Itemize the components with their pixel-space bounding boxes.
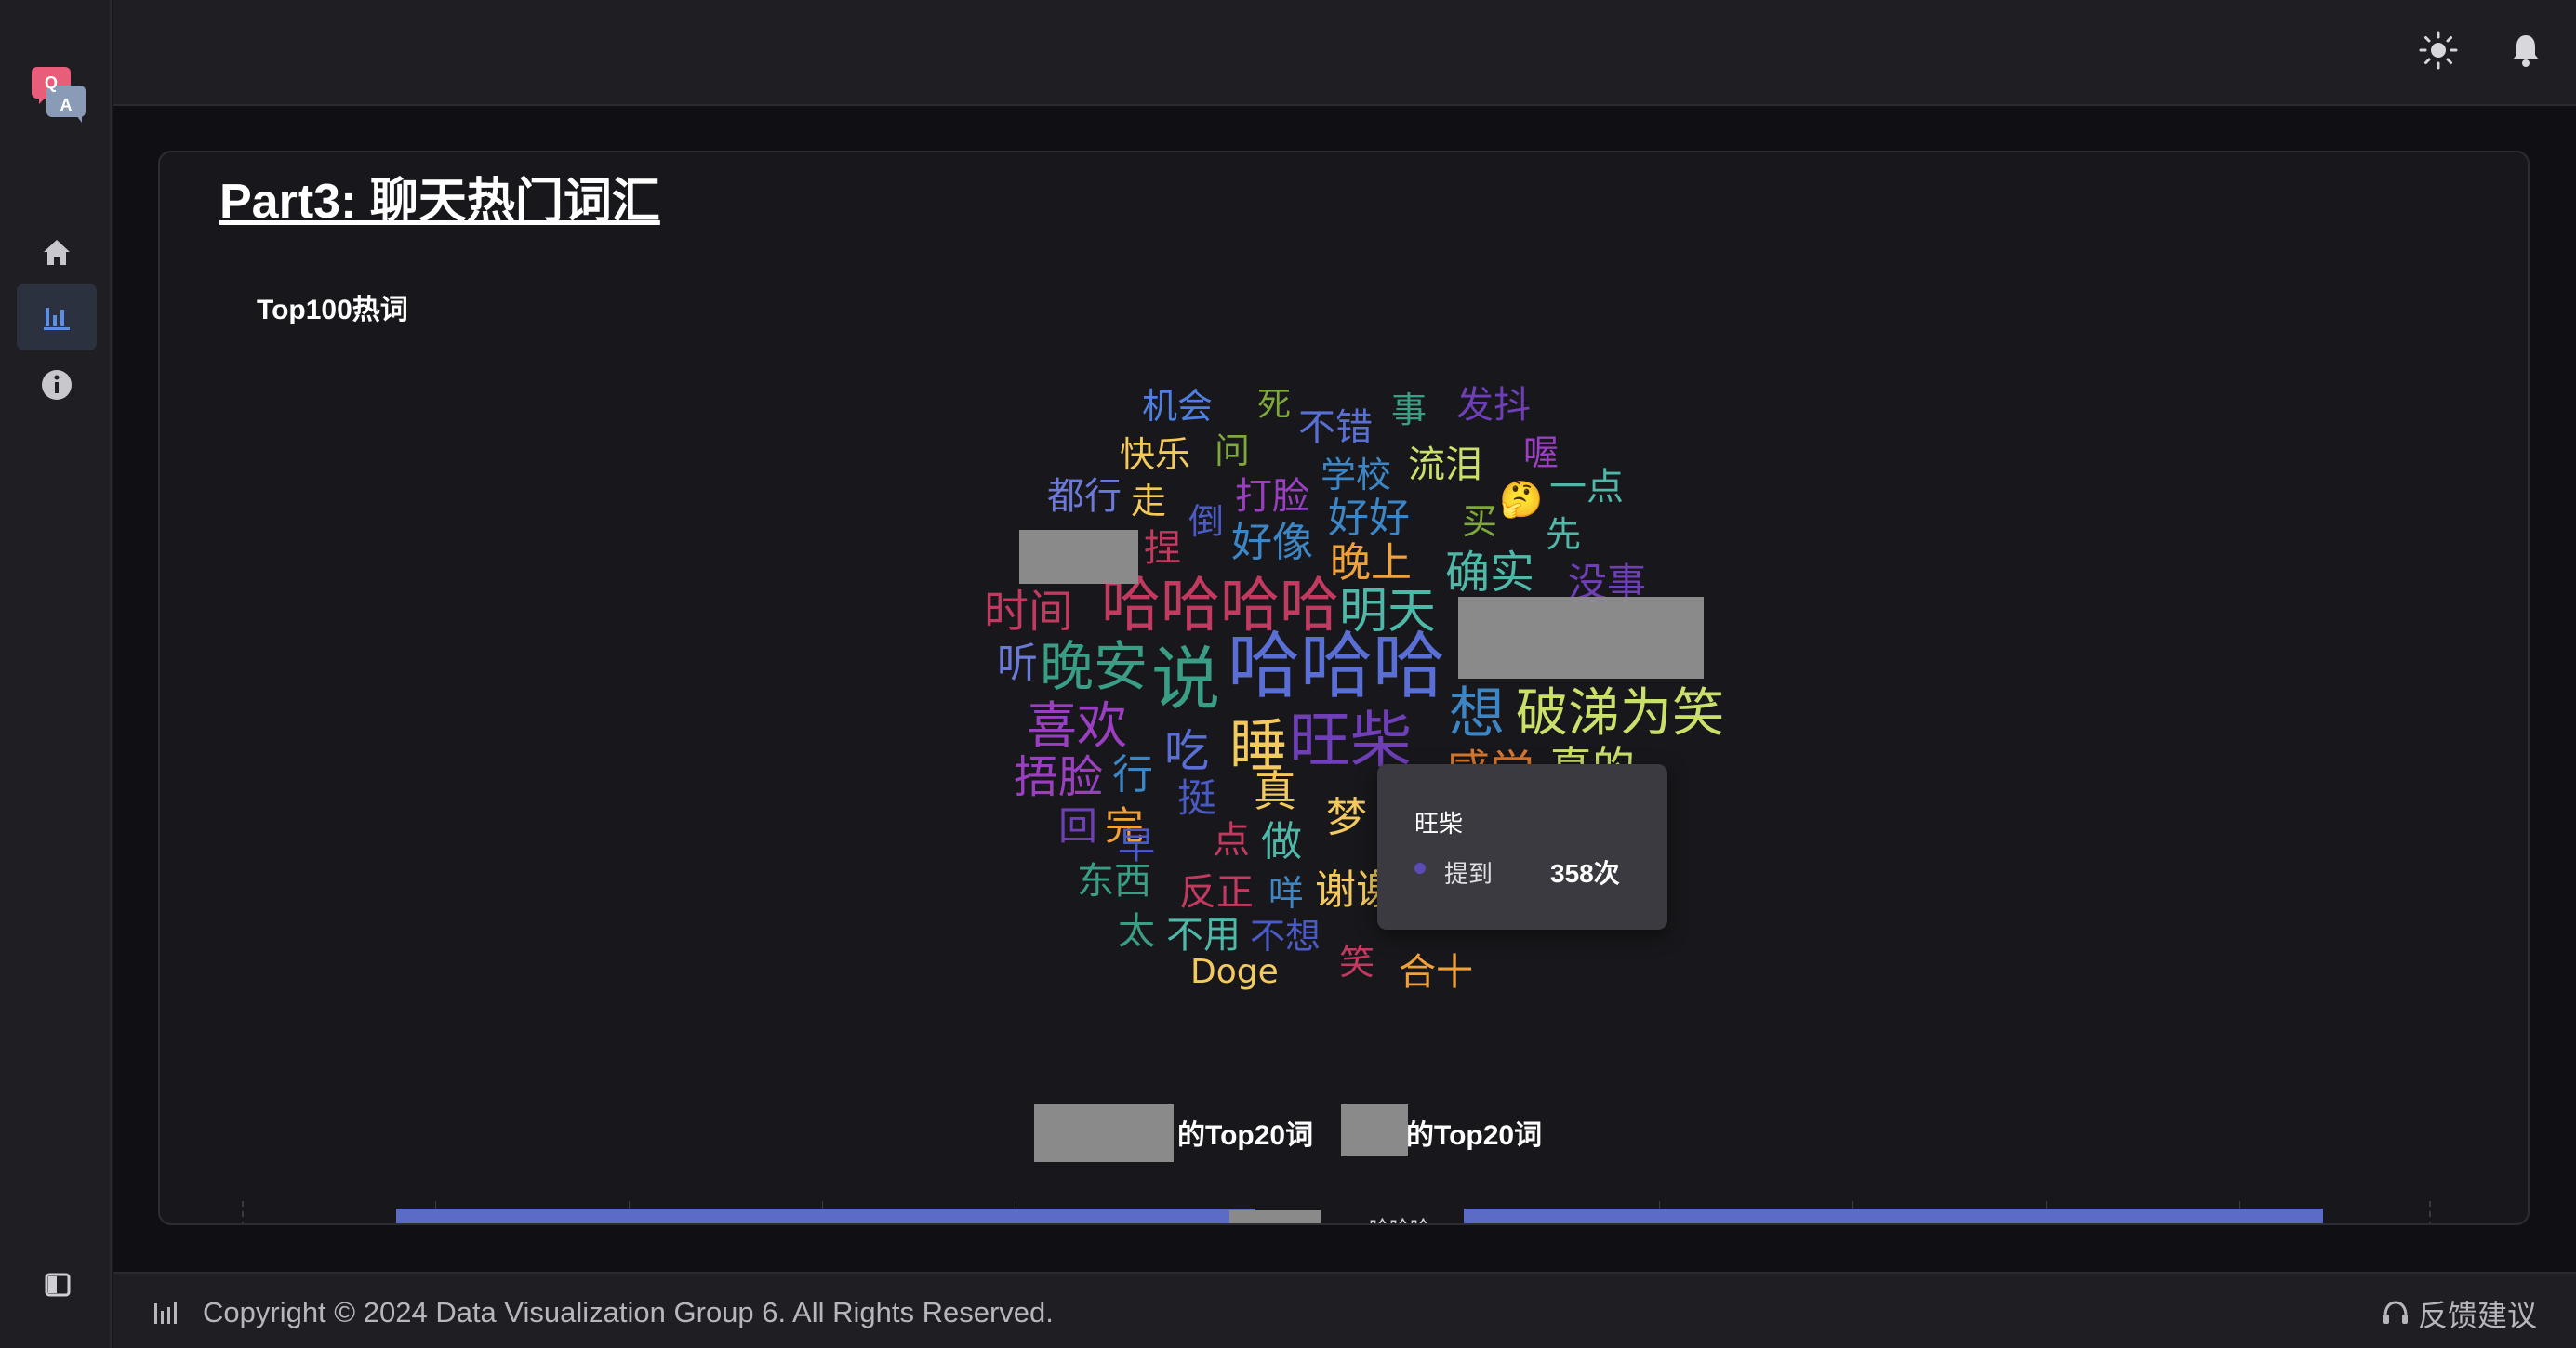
wordcloud-word[interactable]: 点	[1213, 822, 1250, 859]
feedback-label: 反馈建议	[2418, 1299, 2538, 1332]
wordcloud-word[interactable]: 🤔	[1499, 482, 1543, 517]
left-top20-title: 的Top20词	[1177, 1120, 1314, 1151]
wordcloud-word[interactable]: 走	[1131, 483, 1166, 519]
wordcloud-word[interactable]: 流泪	[1408, 446, 1482, 483]
wordcloud-word[interactable]: 行	[1112, 755, 1153, 796]
redacted-left-category	[1229, 1210, 1321, 1223]
redacted-word	[1019, 530, 1138, 584]
wordcloud-word[interactable]: 问	[1215, 433, 1250, 469]
copyright-text: Copyright © 2024 Data Visualization Grou…	[203, 1296, 1054, 1328]
sidebar-collapse-icon	[45, 1273, 71, 1297]
wordcloud-word[interactable]: 梦	[1326, 798, 1367, 839]
wordcloud-word[interactable]: 学校	[1321, 457, 1391, 493]
wordcloud-word[interactable]: 事	[1391, 392, 1427, 428]
wordcloud-word[interactable]: 死	[1257, 389, 1291, 422]
info-icon	[42, 370, 72, 400]
wordcloud-word[interactable]: 好好	[1328, 498, 1410, 539]
wordcloud-word[interactable]: 东西	[1077, 863, 1151, 900]
wordcloud-word[interactable]: 说	[1151, 645, 1220, 714]
wordcloud-word[interactable]: 晚上	[1330, 543, 1412, 584]
wordcloud-word[interactable]: 买	[1462, 504, 1497, 539]
wordcloud-word[interactable]: 发抖	[1456, 387, 1531, 424]
bell-icon	[2513, 35, 2539, 67]
svg-text:A: A	[60, 96, 73, 114]
home-icon	[44, 240, 70, 265]
wordcloud-word[interactable]: 一点	[1549, 469, 1624, 506]
tooltip-series-dot	[1414, 863, 1426, 874]
wordcloud-word[interactable]: 不错	[1298, 409, 1373, 446]
wordcloud-word[interactable]: 早	[1118, 827, 1155, 865]
tooltip-label: 提到	[1444, 860, 1494, 888]
wordcloud-word[interactable]: 破涕为笑	[1516, 688, 1724, 740]
wordcloud-word[interactable]: 喜欢	[1027, 701, 1127, 751]
app-logo[interactable]: Q A	[30, 65, 89, 125]
wordcloud-word[interactable]: Doge	[1190, 956, 1279, 989]
redacted-user-name-right	[1341, 1104, 1408, 1156]
right-top20-bar[interactable]	[1464, 1209, 2323, 1223]
redacted-word	[1458, 597, 1704, 679]
right-chart-border-line	[2429, 1201, 2431, 1223]
wordcloud-word[interactable]: 太	[1118, 913, 1155, 950]
redacted-user-name-left	[1034, 1104, 1174, 1162]
bar-chart-icon	[154, 1302, 177, 1324]
feedback-link[interactable]: 反馈建议	[2381, 1292, 2537, 1335]
svg-text:Q: Q	[45, 73, 58, 92]
wordcloud: 机会死不错事发抖 快乐问学校 流泪喔都行走打脸 🤔 一点倒好好买先捏好像 晚上 确实 没事 时间…	[160, 152, 2528, 1223]
bar-chart-icon	[44, 308, 70, 330]
tooltip-word: 旺柴	[1414, 810, 1464, 838]
tooltip-value: 358次	[1550, 859, 1620, 888]
sun-icon	[2419, 31, 2458, 70]
wordcloud-word[interactable]: 哈哈哈	[1228, 630, 1445, 703]
wordcloud-tooltip: 旺柴 提到 358次	[1377, 764, 1667, 930]
wordcloud-word[interactable]: 都行	[1047, 478, 1122, 515]
wordcloud-word[interactable]: 不想	[1250, 918, 1321, 954]
wordcloud-word[interactable]: 想	[1449, 686, 1505, 742]
top-header: SU	[113, 0, 2576, 106]
left-top20-bar[interactable]	[396, 1209, 1255, 1223]
wordcloud-word[interactable]: 听	[997, 643, 1038, 684]
hot-words-card: Part3: 聊天热门词汇 Top100热词 机会死不错事发抖 快乐问学校 流泪喔都…	[158, 151, 2530, 1225]
wordcloud-title: Top100热词	[257, 295, 408, 325]
wordcloud-word[interactable]: 捂脸	[1014, 755, 1103, 800]
wordcloud-word[interactable]: 晚安	[1040, 640, 1148, 694]
wordcloud-word[interactable]: 反正	[1179, 874, 1254, 911]
wordcloud-word[interactable]: 捏	[1144, 530, 1181, 567]
wordcloud-word[interactable]: 打脸	[1235, 478, 1309, 515]
wordcloud-word[interactable]: 做	[1261, 822, 1302, 863]
wordcloud-word[interactable]: 旺柴	[1289, 710, 1412, 772]
sidebar-item-about[interactable]	[17, 351, 97, 418]
sidebar-item-statistics[interactable]	[17, 284, 97, 350]
wordcloud-word[interactable]: 先	[1546, 517, 1581, 552]
notifications-button[interactable]	[2507, 32, 2544, 69]
sidebar-item-home[interactable]	[17, 218, 97, 285]
wordcloud-word[interactable]: 吃	[1164, 729, 1209, 773]
wordcloud-word[interactable]: 不用	[1166, 917, 1241, 954]
wordcloud-word[interactable]: 合十	[1399, 954, 1473, 991]
section-title: Part3: 聊天热门词汇	[219, 175, 660, 229]
wordcloud-word[interactable]: 真	[1254, 770, 1296, 813]
right-category-label: 哈哈哈	[1369, 1212, 1430, 1223]
wordcloud-word[interactable]: 回	[1058, 807, 1097, 846]
wordcloud-word[interactable]: 确实	[1445, 550, 1534, 595]
wordcloud-word[interactable]: 时间	[984, 589, 1073, 634]
wordcloud-word[interactable]: 快乐	[1120, 437, 1190, 472]
headset-icon	[2383, 1301, 2408, 1324]
theme-toggle-button[interactable]	[2418, 30, 2459, 71]
footer: Copyright © 2024 Data Visualization Grou…	[113, 1272, 2576, 1348]
left-chart-border-line	[242, 1201, 244, 1223]
sidebar-collapse-button[interactable]	[45, 1272, 71, 1298]
wordcloud-word[interactable]: 挺	[1177, 779, 1216, 818]
sidebar: Q A	[0, 0, 112, 1348]
wordcloud-word[interactable]: 倒	[1188, 504, 1224, 539]
main-content: Part3: 聊天热门词汇 Top100热词 机会死不错事发抖 快乐问学校 流泪喔都…	[113, 106, 2576, 1272]
right-top20-title: 的Top20词	[1406, 1120, 1543, 1151]
wordcloud-word[interactable]: 机会	[1142, 389, 1213, 424]
qa-logo-icon: Q A	[32, 67, 86, 123]
wordcloud-word[interactable]: 咩	[1268, 876, 1304, 911]
wordcloud-word[interactable]: 好像	[1231, 522, 1313, 563]
wordcloud-word[interactable]: 笑	[1339, 945, 1374, 980]
